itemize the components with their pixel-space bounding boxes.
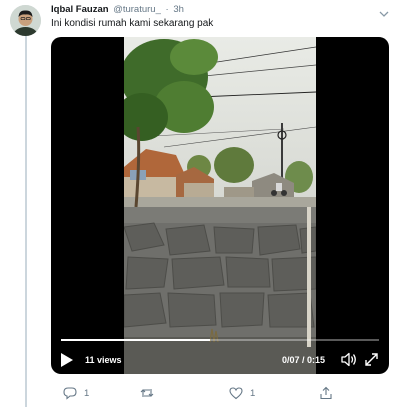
reply-button[interactable]: 1 [63, 385, 89, 401]
fullscreen-button[interactable] [363, 351, 380, 368]
chevron-down-icon [379, 11, 389, 17]
video-progress-fill [61, 339, 211, 341]
author-name[interactable]: Iqbal Fauzan [51, 4, 109, 15]
avatar[interactable] [10, 5, 41, 36]
like-count: 1 [250, 387, 256, 399]
reply-icon [63, 387, 77, 400]
separator-dot: · [165, 4, 169, 15]
video-frame [124, 37, 316, 374]
retweet-icon [140, 389, 154, 397]
video-scene-illustration [124, 37, 316, 374]
play-icon [61, 353, 73, 367]
video-time: 0/07 / 0:15 [281, 355, 325, 365]
tweet-time[interactable]: 3h [173, 4, 184, 15]
fullscreen-icon [365, 353, 378, 366]
avatar-icon [10, 5, 41, 36]
share-button[interactable] [319, 385, 333, 401]
view-count: 11 views [85, 355, 122, 365]
play-button[interactable] [60, 352, 74, 368]
author-handle[interactable]: @turaturu_ [113, 4, 161, 15]
thread-line [25, 36, 27, 407]
tweet-actions: 1 1 [51, 385, 351, 401]
reply-count: 1 [84, 387, 90, 399]
heart-icon [229, 387, 243, 400]
tweet-menu-button[interactable] [379, 5, 389, 17]
volume-button[interactable] [340, 351, 357, 368]
tweet-text: Ini kondisi rumah kami sekarang pak [51, 18, 214, 29]
video-progress-bar[interactable] [61, 339, 379, 341]
volume-icon [341, 352, 356, 367]
share-icon [320, 386, 332, 400]
like-button[interactable]: 1 [229, 385, 255, 401]
video-player[interactable]: 11 views 0/07 / 0:15 [51, 37, 389, 374]
retweet-button[interactable] [140, 385, 161, 401]
tweet-header: Iqbal Fauzan @turaturu_ · 3h [51, 4, 377, 18]
